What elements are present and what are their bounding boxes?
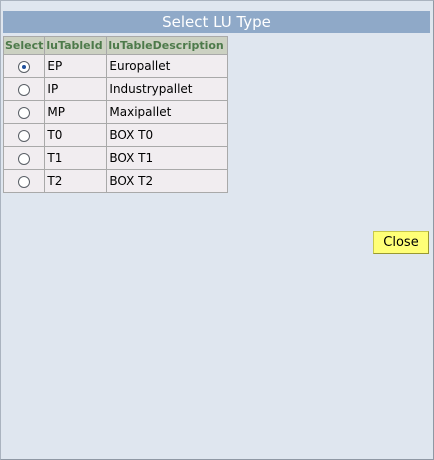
radio-button[interactable] bbox=[18, 175, 31, 188]
lutabledescription-cell: BOX T2 bbox=[106, 169, 229, 193]
table-row[interactable]: T2 BOX T2 bbox=[2, 169, 229, 193]
radio-button[interactable] bbox=[18, 106, 31, 119]
radio-button[interactable] bbox=[18, 129, 31, 142]
column-header-lutabledescription: luTableDescription bbox=[106, 36, 229, 55]
select-cell[interactable] bbox=[2, 54, 46, 78]
lutableid-cell: T2 bbox=[44, 169, 108, 193]
column-header-lutableid: luTableId bbox=[44, 36, 108, 55]
lutabledescription-cell: BOX T1 bbox=[106, 146, 229, 170]
table-row[interactable]: MP Maxipallet bbox=[2, 100, 229, 124]
table-row[interactable]: EP Europallet bbox=[2, 54, 229, 78]
lutabledescription-cell: BOX T0 bbox=[106, 123, 229, 147]
dialog-title: Select LU Type bbox=[3, 11, 430, 33]
table-row[interactable]: T1 BOX T1 bbox=[2, 146, 229, 170]
lutableid-cell: EP bbox=[44, 54, 108, 78]
select-cell[interactable] bbox=[2, 123, 46, 147]
column-header-select: Select bbox=[2, 36, 46, 55]
table-header-row: Select luTableId luTableDescription bbox=[2, 36, 229, 55]
lutableid-cell: MP bbox=[44, 100, 108, 124]
lutabledescription-cell: Maxipallet bbox=[106, 100, 229, 124]
table-row[interactable]: IP Industrypallet bbox=[2, 77, 229, 101]
lutabledescription-cell: Industrypallet bbox=[106, 77, 229, 101]
close-button[interactable]: Close bbox=[373, 231, 429, 254]
select-cell[interactable] bbox=[2, 146, 46, 170]
select-cell[interactable] bbox=[2, 100, 46, 124]
lutabledescription-cell: Europallet bbox=[106, 54, 229, 78]
radio-button[interactable] bbox=[18, 152, 31, 165]
lu-type-table: Select luTableId luTableDescription EP E… bbox=[2, 36, 229, 193]
lutableid-cell: T1 bbox=[44, 146, 108, 170]
lutableid-cell: IP bbox=[44, 77, 108, 101]
lutableid-cell: T0 bbox=[44, 123, 108, 147]
radio-button-selected[interactable] bbox=[18, 60, 31, 73]
table-row[interactable]: T0 BOX T0 bbox=[2, 123, 229, 147]
select-cell[interactable] bbox=[2, 169, 46, 193]
select-cell[interactable] bbox=[2, 77, 46, 101]
radio-button[interactable] bbox=[18, 83, 31, 96]
